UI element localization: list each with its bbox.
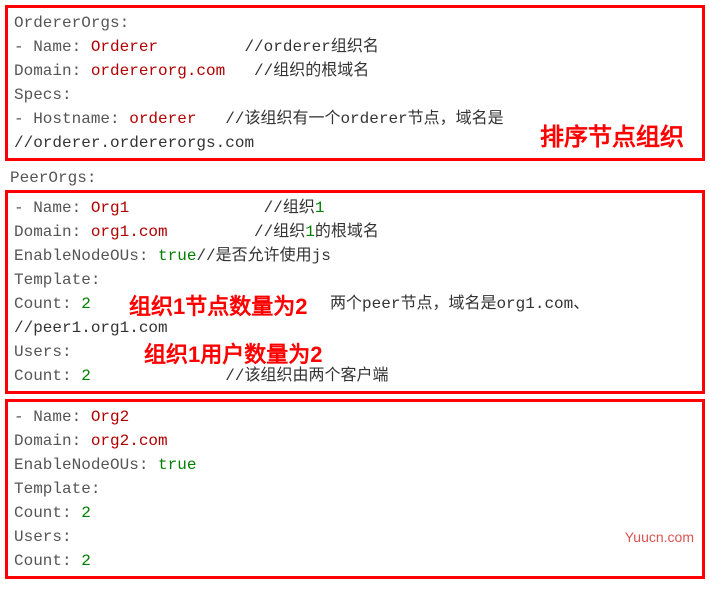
number: 2	[81, 367, 91, 385]
code-line: Count: 2	[14, 501, 696, 525]
code-line: OrdererOrgs:	[14, 11, 696, 35]
number: 1	[305, 223, 315, 241]
key: Specs:	[14, 86, 72, 104]
key: Domain:	[14, 62, 91, 80]
code-line: Specs:	[14, 83, 696, 107]
code-line: EnableNodeOUs: true//是否允许使用js	[14, 244, 696, 268]
number: 2	[81, 295, 91, 313]
org1-block: - Name: Org1 //组织1 Domain: org1.com //组织…	[5, 190, 705, 394]
code-line: Domain: org1.com //组织1的根域名	[14, 220, 696, 244]
key: Count:	[14, 552, 81, 570]
key: Domain:	[14, 432, 91, 450]
comment: //peer1.org1.com	[14, 319, 168, 337]
comment: //组织	[168, 223, 306, 241]
key: Domain:	[14, 223, 91, 241]
key: Count:	[14, 504, 81, 522]
key: - Name:	[14, 38, 91, 56]
value: true	[158, 247, 196, 265]
code-line: EnableNodeOUs: true	[14, 453, 696, 477]
key: Count:	[14, 295, 81, 313]
watermark: Yuucn.com	[625, 527, 694, 548]
comment: //组织的根域名	[225, 62, 369, 80]
value: org2.com	[91, 432, 168, 450]
comment: //orderer.ordererorgs.com	[14, 134, 254, 152]
number: 2	[81, 504, 91, 522]
code-line: Count: 2	[14, 549, 696, 573]
value: true	[158, 456, 196, 474]
value: orderer	[129, 110, 196, 128]
org2-block: - Name: Org2 Domain: org2.com EnableNode…	[5, 399, 705, 579]
key: Count:	[14, 367, 81, 385]
comment: //该组织有一个orderer节点，域名是	[196, 110, 503, 128]
comment: //该组织由两个客户端	[91, 367, 389, 385]
number: 1	[315, 199, 325, 217]
code-line: Domain: ordererorg.com //组织的根域名	[14, 59, 696, 83]
code-line: Count: 2 //该组织由两个客户端	[14, 364, 696, 388]
code-line: Count: 2 组织1节点数量为2两个peer节点，域名是org1.com、	[14, 292, 696, 316]
code-line: //peer1.org1.com	[14, 316, 696, 340]
code-line: Template:	[14, 268, 696, 292]
number: 2	[81, 552, 91, 570]
code-line: - Name: Org1 //组织1	[14, 196, 696, 220]
value: Orderer	[91, 38, 158, 56]
value: Org2	[91, 408, 129, 426]
key: - Hostname:	[14, 110, 129, 128]
key: Users:	[14, 343, 72, 361]
code-line: - Name: Org2	[14, 405, 696, 429]
comment: 两个peer节点，域名是org1.com、	[330, 295, 589, 313]
value: org1.com	[91, 223, 168, 241]
code-line: Template:	[14, 477, 696, 501]
spacer	[91, 295, 110, 313]
key: - Name:	[14, 199, 91, 217]
key: - Name:	[14, 408, 91, 426]
comment: //组织	[129, 199, 315, 217]
code-line: Domain: org2.com	[14, 429, 696, 453]
key: PeerOrgs:	[10, 169, 96, 187]
value: Org1	[91, 199, 129, 217]
key: EnableNodeOUs:	[14, 247, 158, 265]
code-line: - Name: Orderer //orderer组织名	[14, 35, 696, 59]
code-line: Users:组织1用户数量为2	[14, 340, 696, 364]
code-line: Users:	[14, 525, 696, 549]
comment: //是否允许使用js	[196, 247, 330, 265]
key: Template:	[14, 480, 100, 498]
comment: 的根域名	[315, 223, 379, 241]
key: Template:	[14, 271, 100, 289]
key: EnableNodeOUs:	[14, 456, 158, 474]
comment: //orderer组织名	[158, 38, 379, 56]
key: OrdererOrgs:	[14, 14, 129, 32]
value: ordererorg.com	[91, 62, 225, 80]
key: Users:	[14, 528, 72, 546]
peer-orgs-header: PeerOrgs:	[5, 166, 705, 190]
orderer-orgs-block: OrdererOrgs: - Name: Orderer //orderer组织…	[5, 5, 705, 161]
annotation-orderer-label: 排序节点组织	[540, 120, 684, 156]
